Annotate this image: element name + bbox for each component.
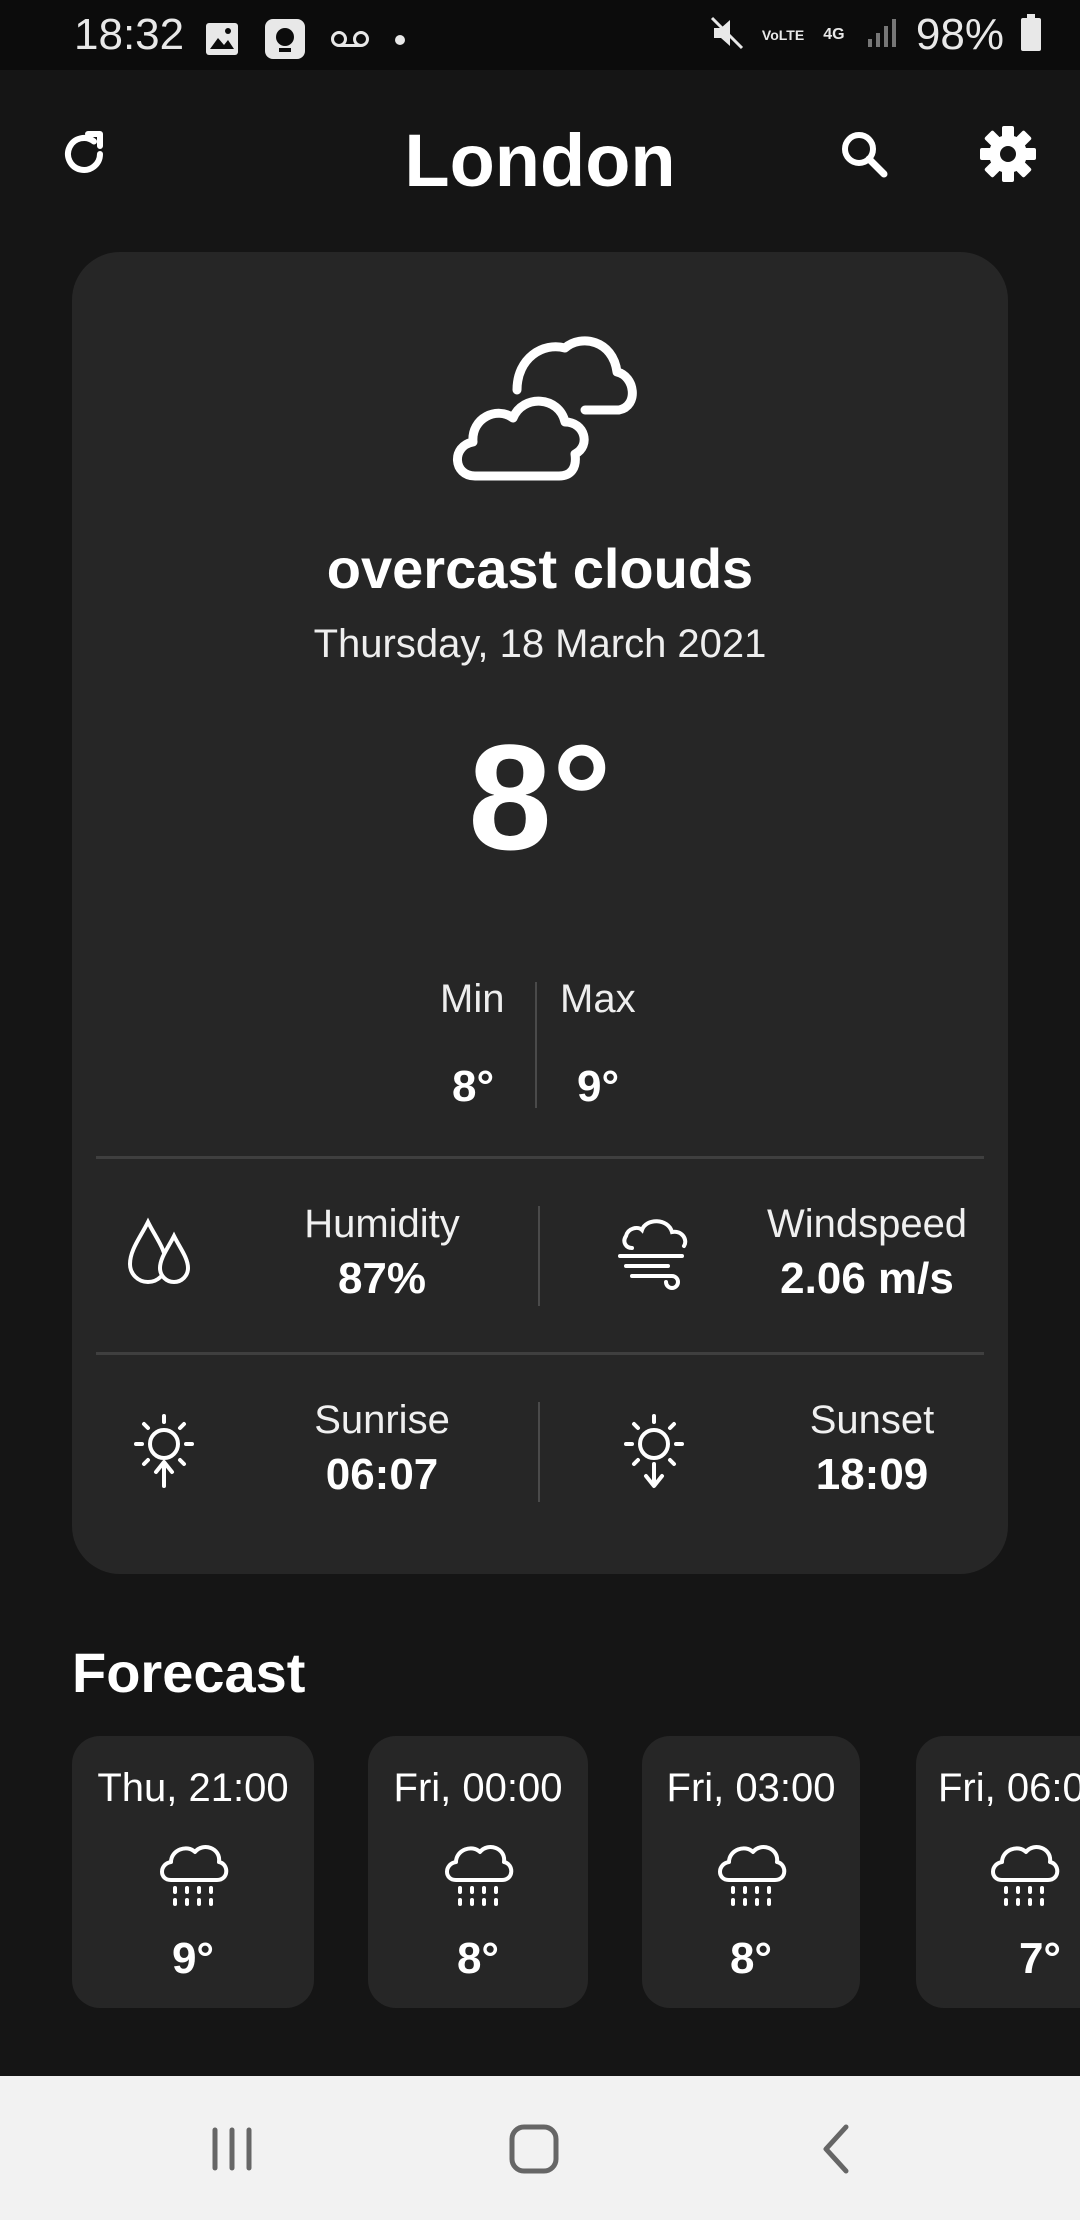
forecast-time: Fri, 06:00 bbox=[938, 1766, 1080, 1810]
max-label: Max bbox=[560, 977, 636, 1021]
min-label: Min bbox=[440, 977, 505, 1021]
sunrise-icon bbox=[126, 1410, 202, 1495]
humidity-value: 87% bbox=[337, 1254, 427, 1303]
forecast-title: Forecast bbox=[72, 1641, 306, 1704]
city-title: London bbox=[404, 119, 676, 202]
current-date: Thursday, 18 March 2021 bbox=[313, 622, 767, 666]
settings-button[interactable] bbox=[968, 116, 1048, 196]
signal-icon bbox=[866, 17, 900, 54]
app-bar: London bbox=[0, 70, 1080, 250]
overcast-clouds-icon bbox=[447, 328, 637, 493]
rain-icon bbox=[438, 1832, 518, 1917]
humidity-label: Humidity bbox=[304, 1202, 460, 1246]
image-icon bbox=[204, 21, 240, 62]
forecast-temp: 8° bbox=[456, 1934, 500, 1983]
status-time: 18:32 bbox=[74, 10, 185, 59]
sunrise-value: 06:07 bbox=[325, 1450, 439, 1499]
dot-icon bbox=[394, 33, 406, 51]
weather-description: overcast clouds bbox=[326, 537, 754, 600]
forecast-temp: 9° bbox=[171, 1934, 215, 1983]
notification-icons bbox=[204, 18, 406, 65]
system-icons: VoLTE 4G 98% bbox=[708, 10, 1042, 60]
forecast-card[interactable]: Fri, 06:00 7° bbox=[916, 1736, 1080, 2008]
forecast-temp: 8° bbox=[729, 1934, 773, 1983]
home-icon bbox=[508, 2123, 560, 2180]
volte-indicator: VoLTE bbox=[761, 27, 805, 43]
search-button[interactable] bbox=[824, 116, 904, 196]
rain-icon bbox=[984, 1832, 1064, 1917]
search-icon bbox=[834, 124, 894, 189]
forecast-time: Thu, 21:00 bbox=[97, 1766, 289, 1810]
home-button[interactable] bbox=[494, 2116, 574, 2186]
settings-icon bbox=[976, 122, 1040, 191]
battery-percent: 98% bbox=[915, 10, 1004, 59]
minmax-divider bbox=[535, 982, 537, 1108]
sunset-icon bbox=[616, 1410, 692, 1495]
humidity-icon bbox=[122, 1214, 202, 1299]
forecast-time: Fri, 03:00 bbox=[666, 1766, 836, 1810]
forecast-temp: 7° bbox=[1018, 1934, 1062, 1983]
forecast-time: Fri, 00:00 bbox=[393, 1766, 563, 1810]
assistant-icon bbox=[264, 18, 306, 65]
current-weather-card: overcast clouds Thursday, 18 March 2021 … bbox=[72, 252, 1008, 1574]
back-icon bbox=[816, 2123, 856, 2180]
sunset-label: Sunset bbox=[809, 1398, 935, 1442]
windspeed-icon bbox=[612, 1212, 696, 1297]
max-value: 9° bbox=[577, 1062, 620, 1111]
rain-icon bbox=[711, 1832, 791, 1917]
windspeed-value: 2.06 m/s bbox=[780, 1254, 954, 1303]
sunset-value: 18:09 bbox=[815, 1450, 929, 1499]
system-nav-bar bbox=[0, 2076, 1080, 2220]
rain-icon bbox=[153, 1832, 233, 1917]
recent-apps-icon bbox=[207, 2126, 257, 2177]
battery-icon bbox=[1020, 13, 1042, 57]
divider bbox=[96, 1156, 984, 1159]
info-divider bbox=[538, 1402, 540, 1502]
forecast-card[interactable]: Fri, 00:00 8° bbox=[368, 1736, 588, 2008]
divider bbox=[96, 1352, 984, 1355]
network-type: 4G bbox=[823, 26, 845, 43]
voicemail-icon bbox=[330, 28, 370, 55]
forecast-card[interactable]: Thu, 21:00 9° bbox=[72, 1736, 314, 2008]
status-bar: 18:32 VoLTE 4G 98% bbox=[0, 0, 1080, 70]
windspeed-label: Windspeed bbox=[766, 1202, 968, 1246]
back-button[interactable] bbox=[796, 2116, 876, 2186]
mute-icon bbox=[708, 14, 746, 57]
min-value: 8° bbox=[452, 1062, 495, 1111]
current-temperature: 8° bbox=[468, 713, 612, 881]
recent-apps-button[interactable] bbox=[192, 2116, 272, 2186]
forecast-card[interactable]: Fri, 03:00 8° bbox=[642, 1736, 860, 2008]
info-divider bbox=[538, 1206, 540, 1306]
sunrise-label: Sunrise bbox=[314, 1398, 450, 1442]
